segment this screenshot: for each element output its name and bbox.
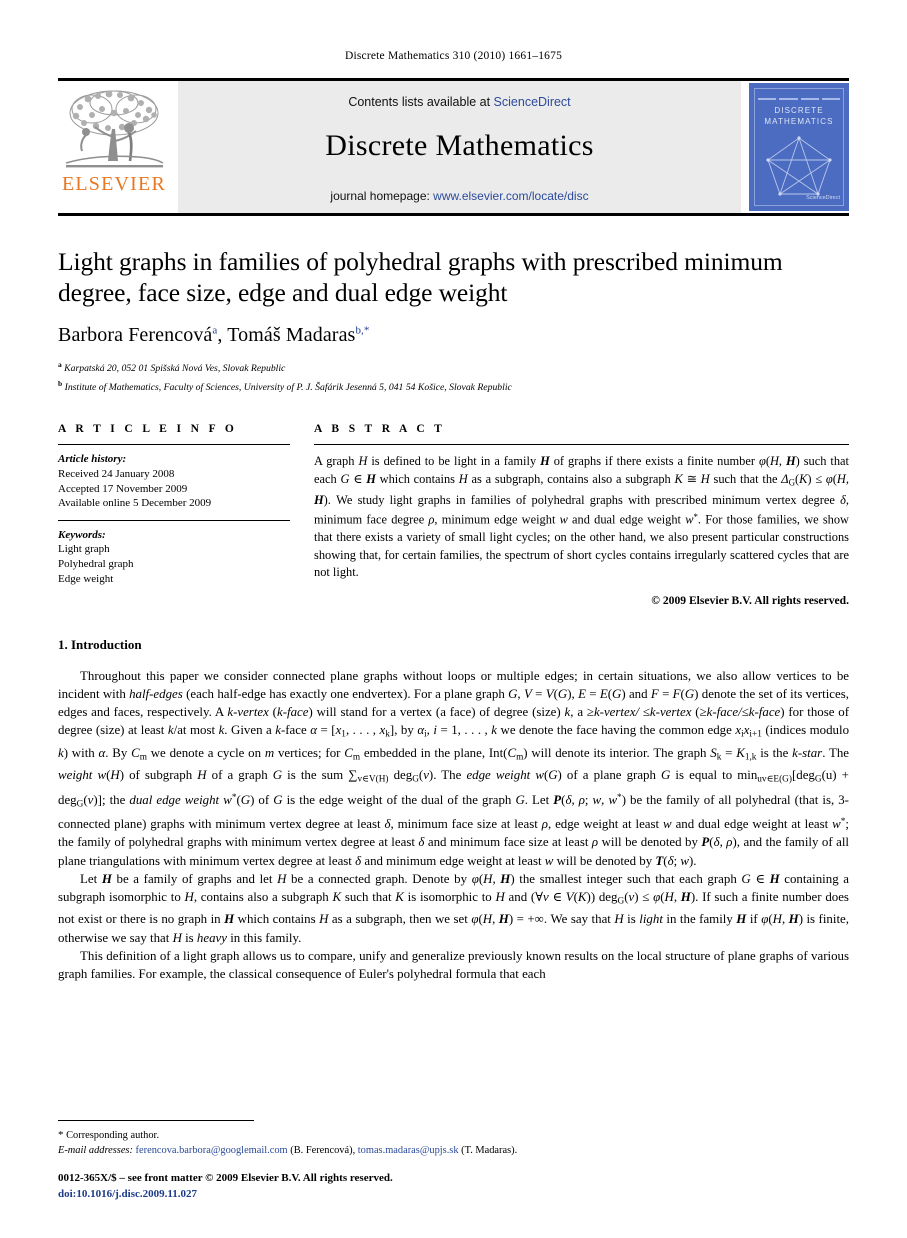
body-paragraph: Let H be a family of graphs and let H be… — [58, 871, 850, 945]
abstract-text: A graph H is defined to be light in a fa… — [314, 454, 850, 580]
keywords-label: Keywords: — [58, 528, 106, 541]
body-content: 1. Introduction Throughout this paper we… — [58, 637, 849, 983]
cover-title: DISCRETE MATHEMATICS — [749, 105, 849, 127]
journal-cover-thumbnail: DISCRETE MATHEMATICS ScienceDirect — [749, 83, 849, 211]
email-addresses-note: E-mail addresses: ferencova.barbora@goog… — [58, 1143, 849, 1158]
section-heading-introduction: 1. Introduction — [58, 636, 142, 652]
journal-homepage-link[interactable]: www.elsevier.com/locate/disc — [433, 189, 588, 203]
author-1-marker: a — [212, 324, 218, 337]
footer-metadata: 0012-365X/$ – see front matter © 2009 El… — [58, 1171, 849, 1202]
body-paragraph: Throughout this paper we consider connec… — [58, 668, 850, 868]
footnote-area: * Corresponding author. E-mail addresses… — [58, 1120, 849, 1202]
article-history-received: Received 24 January 2008 — [58, 468, 175, 481]
abstract-copyright: © 2009 Elsevier B.V. All rights reserved… — [651, 593, 849, 607]
masthead-bottom-rule — [58, 213, 849, 216]
keyword-item: Edge weight — [58, 572, 114, 585]
info-abstract-row: A R T I C L E I N F O Article history: R… — [58, 423, 850, 607]
article-info-column: A R T I C L E I N F O Article history: R… — [58, 423, 290, 606]
email-owner-2: (T. Madaras). — [461, 1145, 518, 1156]
paper-page: Discrete Mathematics 310 (2010) 1661–167… — [0, 0, 907, 1238]
affiliation-a-text: Karpatská 20, 052 01 Spišská Nová Ves, S… — [64, 363, 286, 375]
affiliation-b-text: Institute of Mathematics, Faculty of Sci… — [64, 381, 512, 393]
affiliation-b: b Institute of Mathematics, Faculty of S… — [58, 377, 849, 396]
affiliation-a-marker: a — [58, 360, 62, 369]
contents-available-line: Contents lists available at ScienceDirec… — [348, 95, 570, 109]
cover-top-rules — [758, 92, 840, 106]
body-paragraph: This definition of a light graph allows … — [58, 948, 849, 981]
affiliations: a Karpatská 20, 052 01 Spišská Nová Ves,… — [58, 358, 849, 395]
author-2-name: Tomáš Madaras — [227, 324, 356, 346]
cover-title-line2: MATHEMATICS — [764, 117, 834, 126]
email-link-ferencova[interactable]: ferencova.barbora@googlemail.com — [136, 1145, 288, 1156]
email-owner-1: (B. Ferencová), — [290, 1145, 356, 1156]
page-title: Light graphs in families of polyhedral g… — [58, 247, 783, 307]
sciencedirect-link[interactable]: ScienceDirect — [494, 95, 571, 109]
elsevier-wordmark: ELSEVIER — [61, 173, 167, 195]
elsevier-tree-icon — [65, 90, 164, 168]
abstract-heading: A B S T R A C T — [314, 423, 446, 436]
corresponding-author-text: Corresponding author. — [66, 1130, 160, 1141]
author-list: Barbora Ferencováa, Tomáš Madarasb,* — [58, 324, 370, 346]
article-history-accepted: Accepted 17 November 2009 — [58, 482, 188, 495]
elsevier-logo: ELSEVIER — [58, 81, 170, 213]
issn-copyright-line: 0012-365X/$ – see front matter © 2009 El… — [58, 1172, 393, 1184]
author-1-name: Barbora Ferencová — [58, 324, 213, 346]
footnote-divider — [58, 1120, 254, 1121]
article-info-heading: A R T I C L E I N F O — [58, 423, 238, 436]
contents-prefix: Contents lists available at — [348, 95, 494, 109]
author-2-marker: b,* — [355, 324, 370, 337]
pentagram-graph-icon — [766, 136, 832, 196]
journal-masthead: ELSEVIER Contents lists available at Sci… — [58, 78, 849, 213]
asterisk-icon: * — [58, 1129, 64, 1141]
keywords-block: Keywords: Light graph Polyhedral graph E… — [58, 521, 290, 595]
article-history-online: Available online 5 December 2009 — [58, 497, 212, 510]
title-block: Light graphs in families of polyhedral g… — [58, 246, 849, 395]
article-history: Article history: Received 24 January 200… — [58, 445, 290, 519]
cover-title-line1: DISCRETE — [774, 106, 824, 115]
keyword-item: Light graph — [58, 543, 110, 556]
keyword-item: Polyhedral graph — [58, 558, 134, 571]
masthead-center: Contents lists available at ScienceDirec… — [178, 81, 741, 213]
cover-sciencedirect-label: ScienceDirect — [806, 195, 840, 201]
doi-link[interactable]: doi:10.1016/j.disc.2009.11.027 — [58, 1188, 197, 1200]
email-label: E-mail addresses: — [58, 1145, 133, 1156]
affiliation-b-marker: b — [58, 378, 63, 388]
affiliation-a: a Karpatská 20, 052 01 Spišská Nová Ves,… — [58, 358, 849, 377]
article-history-label: Article history: — [58, 453, 127, 466]
email-link-madaras[interactable]: tomas.madaras@upjs.sk — [358, 1145, 459, 1156]
abstract-column: A B S T R A C T A graph H is defined to … — [314, 423, 850, 607]
corresponding-author-note: * Corresponding author. — [58, 1128, 849, 1143]
journal-title: Discrete Mathematics — [325, 129, 594, 162]
journal-homepage-line: journal homepage: www.elsevier.com/locat… — [330, 189, 588, 203]
homepage-prefix: journal homepage: — [330, 189, 434, 203]
running-head: Discrete Mathematics 310 (2010) 1661–167… — [344, 50, 563, 62]
